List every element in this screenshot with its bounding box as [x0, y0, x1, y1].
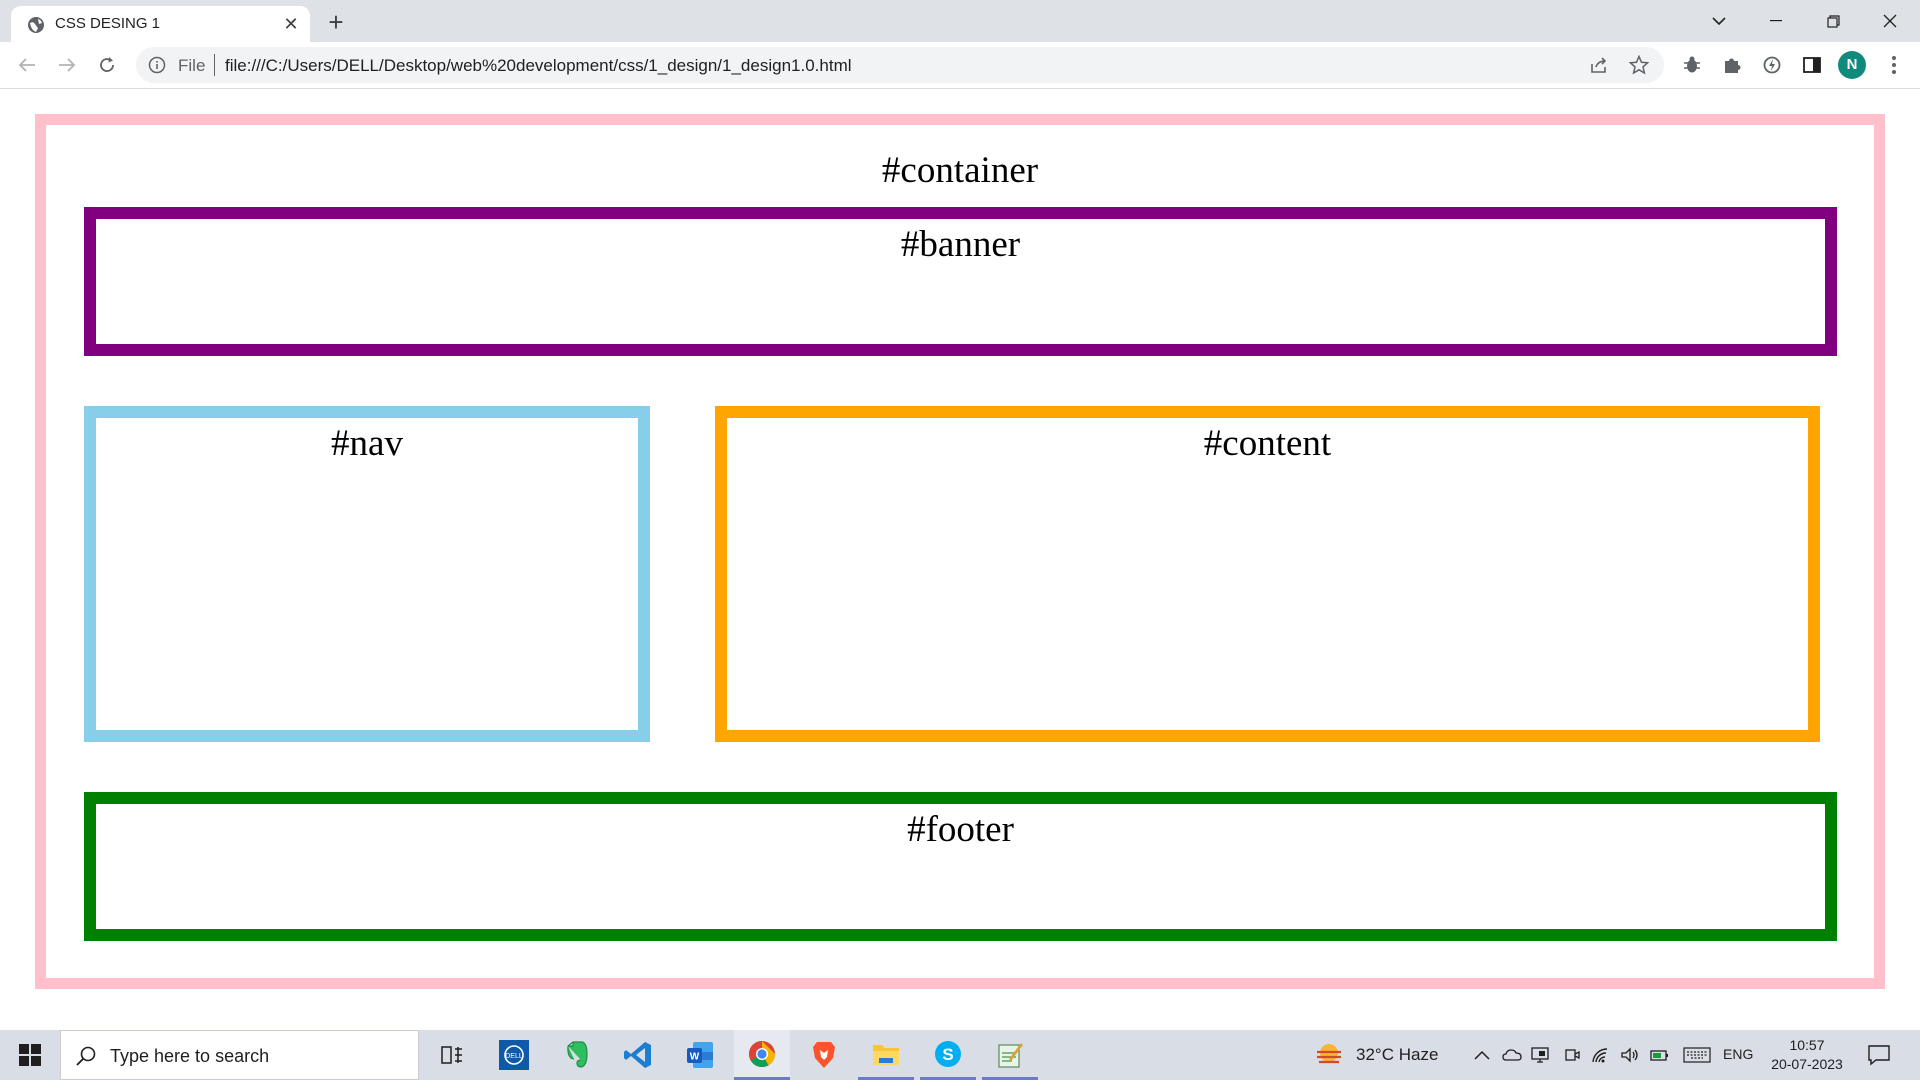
language-indicator[interactable]: ENG [1723, 1046, 1753, 1062]
reload-button[interactable] [92, 50, 122, 80]
nav-label: #nav [331, 423, 403, 464]
onedrive-icon[interactable] [1502, 1045, 1522, 1065]
clock-time: 10:57 [1789, 1037, 1825, 1053]
svg-text:W: W [690, 1052, 700, 1063]
skype-icon: S [935, 1040, 961, 1067]
word-app-button[interactable]: W [672, 1030, 728, 1080]
banner-box: #banner [84, 207, 1837, 356]
evernote-app-button[interactable] [548, 1030, 604, 1080]
footer-box: #footer [84, 792, 1837, 941]
close-icon [1883, 14, 1897, 28]
menu-kebab-icon[interactable] [1882, 53, 1906, 77]
chevron-down-icon [1712, 17, 1726, 26]
weather-text: 32°C Haze [1356, 1045, 1439, 1064]
notification-icon[interactable] [1866, 1043, 1892, 1067]
content-box: #content [715, 406, 1820, 742]
skype-app-button[interactable]: S [920, 1030, 976, 1080]
tab-title: CSS DESING 1 [55, 15, 161, 32]
dell-app-button[interactable]: DELL [486, 1030, 542, 1080]
arrow-left-icon [18, 58, 35, 72]
search-icon [76, 1046, 96, 1066]
svg-text:DELL: DELL [505, 1053, 523, 1060]
side-panel-icon[interactable] [1800, 53, 1824, 77]
task-view-icon [441, 1046, 462, 1064]
taskbar-search-box[interactable]: Type here to search [60, 1030, 419, 1080]
taskbar: Type here to search DELL W S 32°C Haze E… [0, 1030, 1920, 1080]
evernote-icon [567, 1041, 588, 1068]
brave-icon [813, 1042, 835, 1068]
file-explorer-app-button[interactable] [858, 1030, 914, 1080]
haze-sun-icon [1317, 1044, 1341, 1064]
url-text[interactable]: file:///C:/Users/DELL/Desktop/web%20deve… [225, 56, 852, 76]
tab-search-button[interactable] [1702, 6, 1736, 36]
restore-button[interactable] [1816, 6, 1850, 36]
start-button[interactable] [0, 1030, 60, 1080]
task-view-button[interactable] [424, 1030, 480, 1080]
vscode-app-button[interactable] [610, 1030, 666, 1080]
clock-date: 20-07-2023 [1771, 1056, 1843, 1072]
back-button[interactable] [12, 50, 42, 80]
notepad-icon [998, 1042, 1023, 1068]
clock[interactable]: 10:57 20-07-2023 [1762, 1036, 1852, 1074]
brave-app-button[interactable] [796, 1030, 852, 1080]
show-hidden-icons-button[interactable] [1472, 1045, 1492, 1065]
browser-toolbar: File file:///C:/Users/DELL/Desktop/web%2… [0, 42, 1920, 89]
scheme-label: File [178, 56, 206, 75]
chrome-icon [748, 1040, 776, 1067]
nav-box: #nav [84, 406, 650, 742]
reload-icon [100, 57, 114, 72]
content-label: #content [1203, 423, 1332, 464]
wifi-icon[interactable] [1590, 1045, 1610, 1065]
word-icon: W [687, 1042, 713, 1068]
forward-button[interactable] [52, 50, 82, 80]
restore-icon [1826, 14, 1840, 28]
folder-icon [873, 1044, 899, 1065]
footer-label: #footer [907, 809, 1014, 850]
scheme-divider [214, 54, 215, 76]
close-tab-icon[interactable]: ✕ [279, 12, 303, 36]
minimize-button[interactable] [1759, 6, 1793, 36]
bookmark-star-icon[interactable] [1628, 54, 1650, 76]
new-tab-button[interactable]: + [322, 8, 350, 36]
globe-icon [28, 17, 44, 33]
container-label: #container [881, 150, 1039, 191]
address-bar[interactable]: File file:///C:/Users/DELL/Desktop/web%2… [136, 47, 1664, 83]
svg-text:S: S [942, 1045, 953, 1064]
banner-label: #banner [900, 224, 1021, 265]
dell-icon: DELL [499, 1040, 529, 1070]
touch-keyboard-icon[interactable] [1682, 1045, 1712, 1065]
info-icon[interactable] [148, 56, 166, 74]
minimize-icon [1770, 20, 1782, 22]
volume-icon[interactable] [1620, 1045, 1640, 1065]
notepad-app-button[interactable] [982, 1030, 1038, 1080]
weather-widget[interactable]: 32°C Haze [1314, 1030, 1438, 1080]
tab-strip: CSS DESING 1 ✕ + [0, 0, 1920, 42]
meet-now-icon[interactable] [1562, 1045, 1582, 1065]
bug-extension-icon[interactable] [1680, 53, 1704, 77]
performance-icon[interactable] [1760, 53, 1784, 77]
chevron-up-icon [1474, 1050, 1490, 1060]
monitor-tray-icon[interactable] [1530, 1045, 1550, 1065]
close-window-button[interactable] [1873, 6, 1907, 36]
chrome-app-button[interactable] [734, 1030, 790, 1080]
search-placeholder: Type here to search [110, 1046, 270, 1066]
battery-icon[interactable] [1650, 1045, 1670, 1065]
share-icon[interactable] [1588, 54, 1610, 76]
arrow-right-icon [59, 58, 76, 72]
vscode-icon [624, 1042, 651, 1068]
windows-logo-icon [19, 1044, 41, 1066]
profile-avatar[interactable]: N [1838, 51, 1866, 79]
extensions-puzzle-icon[interactable] [1720, 53, 1744, 77]
browser-tab[interactable]: CSS DESING 1 ✕ [11, 6, 310, 42]
